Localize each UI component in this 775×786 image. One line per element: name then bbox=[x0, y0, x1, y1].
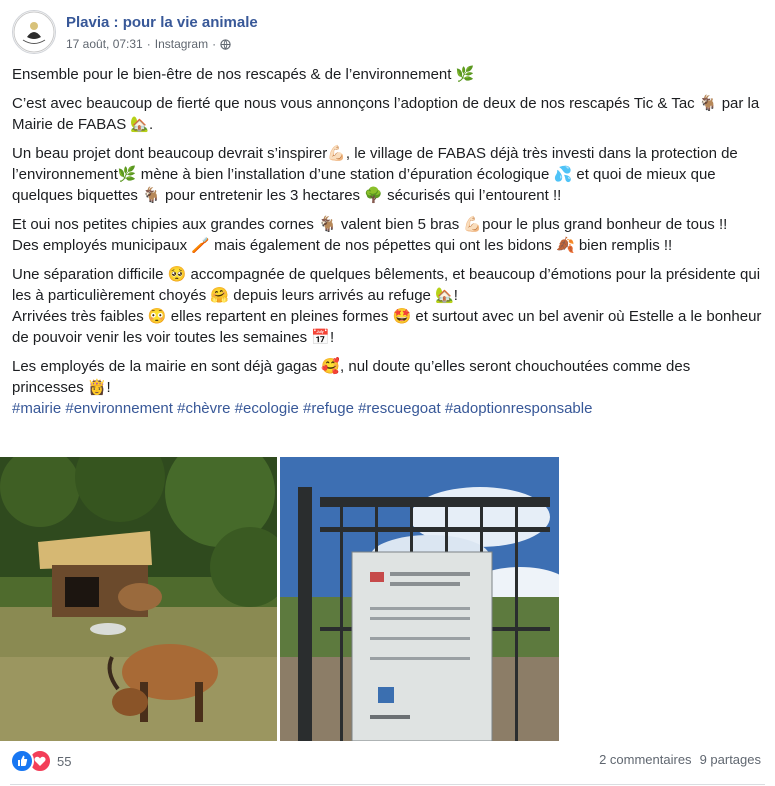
hashtag-link[interactable]: #chèvre bbox=[177, 400, 230, 417]
hashtag-link[interactable]: #ecologie bbox=[235, 400, 299, 417]
photo-goats[interactable] bbox=[0, 457, 277, 741]
hashtag-list: #mairie #environnement #chèvre #ecologie… bbox=[12, 398, 762, 419]
like-icon bbox=[10, 749, 34, 773]
gate-photo-image bbox=[280, 457, 559, 741]
paragraph-5: Une séparation difficile 🥺 accompagnée d… bbox=[12, 266, 762, 346]
goats-photo-image bbox=[0, 457, 277, 741]
reaction-count: 55 bbox=[57, 753, 72, 769]
post-source: Instagram bbox=[154, 37, 209, 51]
post-text: Ensemble pour le bien-être de nos rescap… bbox=[12, 64, 762, 419]
engagement-stats: 2 commentaires 9 partages bbox=[599, 752, 761, 767]
page-name-link[interactable]: Plavia : pour la vie animale bbox=[66, 14, 258, 31]
hashtag-link[interactable]: #environnement bbox=[65, 400, 173, 417]
page-avatar[interactable] bbox=[12, 10, 56, 54]
post-header: Plavia : pour la vie animale 17 août, 07… bbox=[12, 10, 772, 56]
globe-icon[interactable] bbox=[220, 38, 231, 50]
paragraph-3: Un beau projet dont beaucoup devrait s’i… bbox=[12, 145, 738, 204]
comments-link[interactable]: 2 commentaires bbox=[599, 752, 691, 767]
shares-link[interactable]: 9 partages bbox=[700, 752, 761, 767]
hashtag-link[interactable]: #rescuegoat bbox=[358, 400, 441, 417]
hashtag-link[interactable]: #refuge bbox=[303, 400, 354, 417]
post-footer: 55 2 commentaires 9 partages bbox=[10, 748, 765, 774]
paragraph-4: Et oui nos petites chipies aux grandes c… bbox=[12, 216, 728, 254]
hashtag-link[interactable]: #mairie bbox=[12, 400, 61, 417]
meta-separator: · bbox=[146, 37, 151, 51]
plavia-logo-icon bbox=[13, 11, 55, 53]
photo-gate[interactable] bbox=[280, 457, 559, 741]
post-date[interactable]: 17 août, 07:31 bbox=[66, 37, 143, 51]
post-meta: 17 août, 07:31 · Instagram · bbox=[66, 37, 231, 51]
paragraph-6: Les employés de la mairie en sont déjà g… bbox=[12, 358, 691, 396]
reactions-summary[interactable]: 55 bbox=[10, 749, 71, 773]
footer-divider bbox=[10, 784, 765, 785]
photo-grid bbox=[0, 457, 775, 741]
paragraph-1: Ensemble pour le bien-être de nos rescap… bbox=[12, 66, 475, 83]
paragraph-2: C’est avec beaucoup de fierté que nous v… bbox=[12, 95, 760, 133]
meta-separator-2: · bbox=[212, 37, 217, 51]
hashtag-link[interactable]: #adoptionresponsable bbox=[445, 400, 593, 417]
